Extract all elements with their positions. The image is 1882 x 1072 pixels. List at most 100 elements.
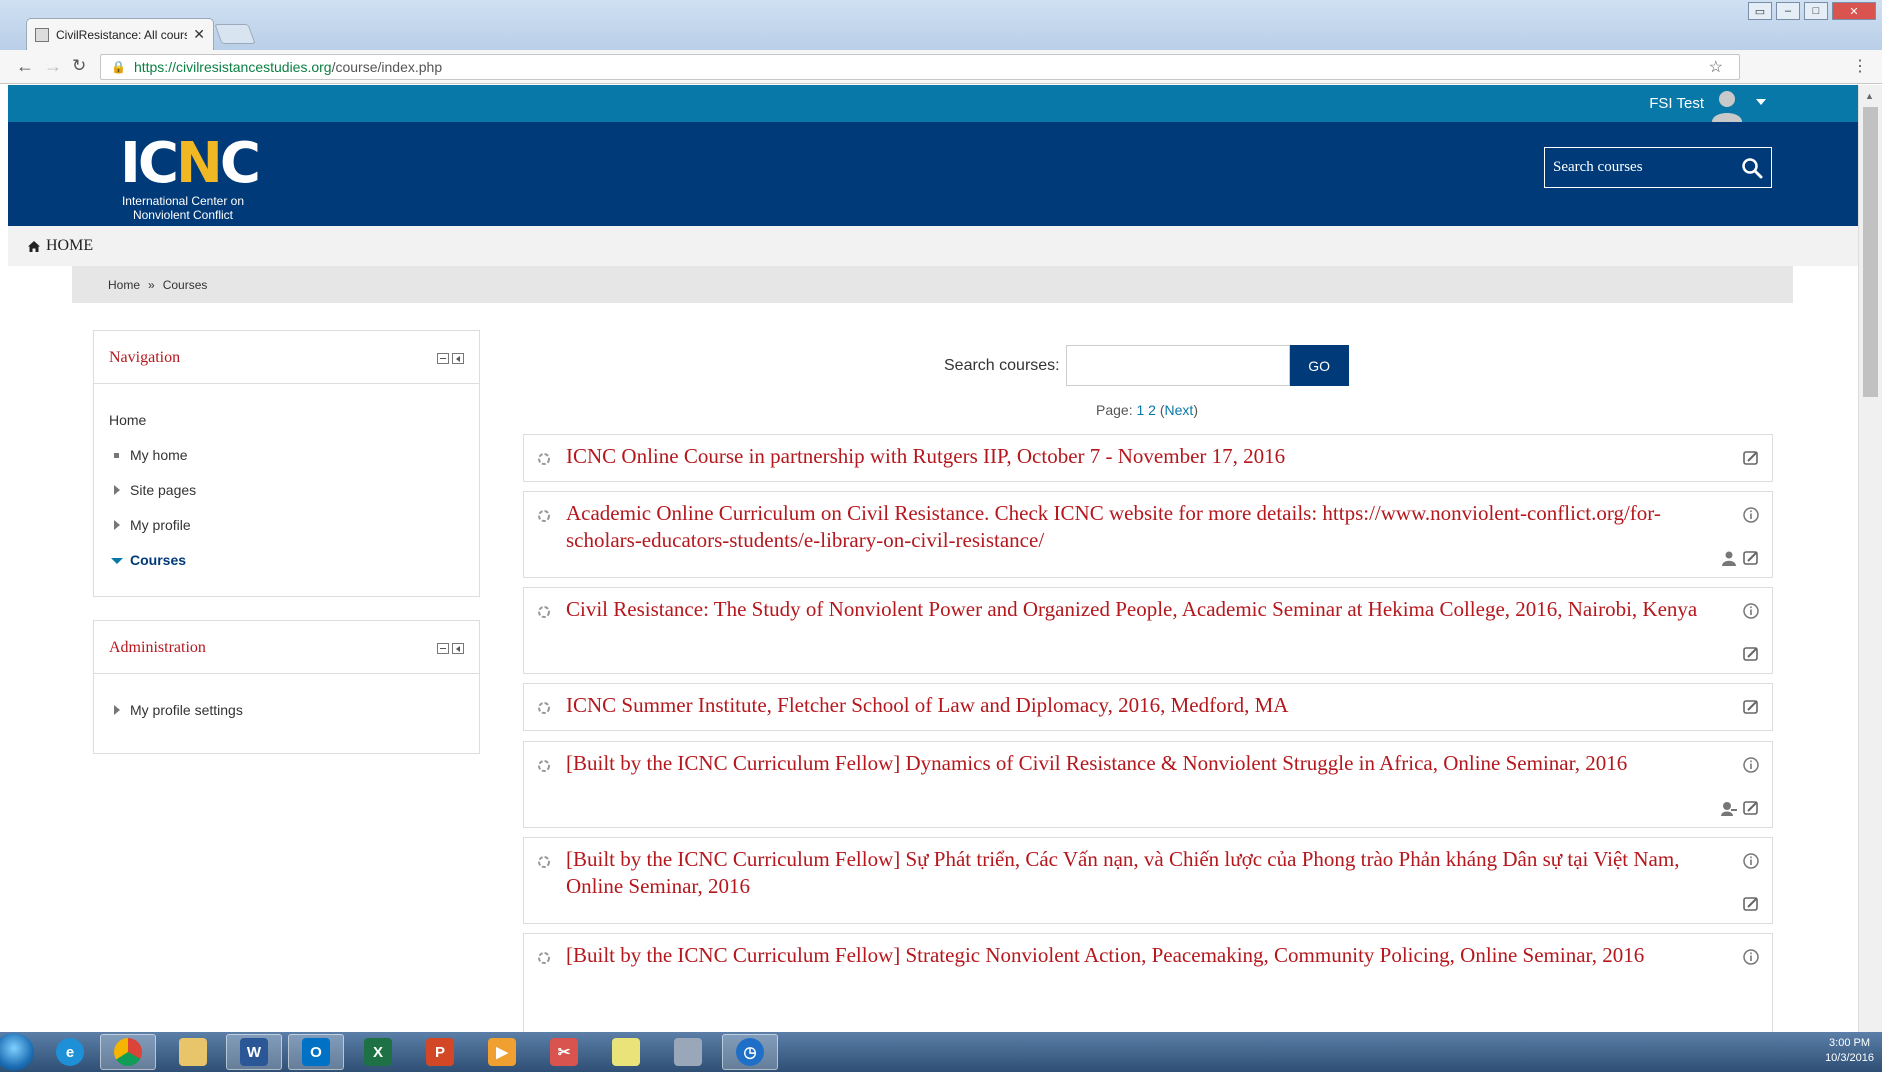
page-1-link[interactable]: 1 [1136, 402, 1144, 418]
taskbar-snipping[interactable]: ✂ [536, 1034, 592, 1070]
tab-close-icon[interactable]: ✕ [193, 26, 205, 43]
course-title-link[interactable]: Civil Resistance: The Study of Nonviolen… [566, 596, 1716, 623]
browser-menu-icon[interactable]: ⋮ [1852, 56, 1868, 76]
forward-arrow-icon[interactable]: → [44, 56, 62, 77]
admin-item-label: My profile settings [130, 702, 243, 718]
self-enrol-icon[interactable] [1742, 449, 1760, 467]
address-bar[interactable]: 🔒 https://civilresistancestudies.org /co… [100, 54, 1740, 80]
page-scrollbar[interactable]: ▲ [1858, 85, 1882, 1032]
nav-item-courses[interactable]: Courses [94, 552, 479, 587]
course-title-link[interactable]: ICNC Summer Institute, Fletcher School o… [566, 692, 1716, 719]
header-search-box[interactable]: Search courses [1544, 147, 1772, 188]
window-user-icon[interactable]: ▭ [1748, 2, 1772, 20]
taskbar-word[interactable]: W [226, 1034, 282, 1070]
expand-arrow-icon[interactable] [114, 520, 120, 530]
nav-item-home[interactable]: Home [94, 412, 479, 447]
collapse-arrow-icon[interactable] [111, 558, 123, 564]
navigation-block-title: Navigation [109, 349, 181, 366]
nav-item-my-home[interactable]: My home [94, 447, 479, 482]
self-enrol-icon[interactable] [1742, 645, 1760, 663]
back-arrow-icon[interactable]: ← [16, 56, 34, 77]
new-tab-button[interactable] [214, 24, 256, 44]
browser-tab[interactable]: CivilResistance: All courses ✕ [26, 18, 214, 50]
media-player-icon: ▶ [488, 1038, 516, 1066]
user-avatar-icon[interactable] [1710, 88, 1744, 122]
self-enrol-icon[interactable] [1742, 799, 1760, 817]
taskbar-clock[interactable]: 3:00 PM 10/3/2016 [1825, 1036, 1874, 1066]
course-item: ICNC Online Course in partnership with R… [523, 434, 1773, 482]
header-search-placeholder: Search courses [1553, 159, 1643, 175]
course-search-input[interactable] [1065, 345, 1290, 386]
minimize-button[interactable]: – [1776, 2, 1800, 20]
user-menu-caret-icon[interactable] [1756, 99, 1766, 105]
guest-key-icon[interactable] [1720, 799, 1738, 817]
admin-item-profile-settings[interactable]: My profile settings [94, 702, 479, 737]
next-page-link[interactable]: Next [1165, 402, 1194, 418]
course-title-link[interactable]: [Built by the ICNC Curriculum Fellow] Dy… [566, 750, 1716, 777]
summary-info-icon[interactable] [1742, 948, 1760, 966]
taskbar-clock-app[interactable]: ◷ [722, 1034, 778, 1070]
course-item: Academic Online Curriculum on Civil Resi… [523, 491, 1773, 578]
menu-bar: HOME [8, 226, 1858, 266]
breadcrumb-home[interactable]: Home [108, 278, 140, 292]
taskbar-excel[interactable]: X [350, 1034, 406, 1070]
taskbar-chrome[interactable] [100, 1034, 156, 1070]
go-button[interactable]: GO [1289, 345, 1349, 386]
expand-arrow-icon[interactable] [114, 705, 120, 715]
self-enrol-icon[interactable] [1742, 698, 1760, 716]
taskbar-explorer[interactable] [165, 1034, 221, 1070]
guest-access-icon[interactable] [1720, 549, 1738, 567]
page-2-link[interactable]: 2 [1148, 402, 1156, 418]
summary-info-icon[interactable] [1742, 506, 1760, 524]
taskbar-calculator[interactable] [660, 1034, 716, 1070]
course-item: [Built by the ICNC Curriculum Fellow] Dy… [523, 741, 1773, 828]
maximize-button[interactable]: □ [1804, 2, 1828, 20]
scrollbar-thumb[interactable] [1863, 107, 1878, 397]
site-header: ICNC International Center on Nonviolent … [8, 122, 1858, 226]
course-item: ICNC Summer Institute, Fletcher School o… [523, 683, 1773, 731]
close-window-button[interactable]: ✕ [1832, 2, 1876, 20]
course-icon [538, 952, 550, 964]
browser-titlebar: CivilResistance: All courses ✕ ▭ – □ ✕ [0, 0, 1882, 50]
breadcrumb-current[interactable]: Courses [163, 278, 208, 292]
reload-icon[interactable]: ↻ [72, 56, 86, 76]
administration-block: Administration My profile settings [93, 620, 480, 754]
taskbar-ie[interactable]: e [42, 1034, 98, 1070]
course-title-link[interactable]: ICNC Online Course in partnership with R… [566, 443, 1716, 470]
breadcrumb-separator: » [148, 278, 155, 292]
dock-block-icon[interactable] [452, 353, 464, 364]
taskbar-outlook[interactable]: O [288, 1034, 344, 1070]
summary-info-icon[interactable] [1742, 852, 1760, 870]
start-button[interactable] [0, 1033, 34, 1071]
clock-app-icon: ◷ [736, 1038, 764, 1066]
self-enrol-icon[interactable] [1742, 549, 1760, 567]
self-enrol-icon[interactable] [1742, 895, 1760, 913]
secure-lock-icon: 🔒 [111, 60, 126, 74]
web-page: FSI Test ICNC International Center on No… [8, 85, 1858, 1032]
search-icon[interactable] [1741, 157, 1763, 179]
url-path: /course/index.php [331, 59, 443, 75]
summary-info-icon[interactable] [1742, 602, 1760, 620]
scroll-up-arrow-icon[interactable]: ▲ [1865, 91, 1874, 101]
taskbar-media[interactable]: ▶ [474, 1034, 530, 1070]
window-controls: ▭ – □ ✕ [1748, 2, 1876, 20]
dock-block-icon[interactable] [452, 643, 464, 654]
summary-info-icon[interactable] [1742, 756, 1760, 774]
home-menu-link[interactable]: HOME [28, 237, 93, 255]
course-search-form: Search courses: GO [944, 345, 1349, 386]
collapse-block-icon[interactable] [437, 643, 449, 654]
course-title-link[interactable]: Academic Online Curriculum on Civil Resi… [566, 500, 1716, 554]
expand-arrow-icon[interactable] [114, 485, 120, 495]
icnc-logo[interactable]: ICNC International Center on Nonviolent … [120, 136, 261, 223]
nav-item-my-profile[interactable]: My profile [94, 517, 479, 552]
taskbar-powerpoint[interactable]: P [412, 1034, 468, 1070]
bookmark-star-icon[interactable]: ☆ [1709, 57, 1723, 77]
nav-item-site-pages[interactable]: Site pages [94, 482, 479, 517]
snipping-tool-icon: ✂ [550, 1038, 578, 1066]
user-bar: FSI Test [8, 85, 1858, 122]
taskbar-notes[interactable] [598, 1034, 654, 1070]
collapse-block-icon[interactable] [437, 353, 449, 364]
user-name[interactable]: FSI Test [1649, 95, 1704, 112]
course-title-link[interactable]: [Built by the ICNC Curriculum Fellow] St… [566, 942, 1716, 969]
course-title-link[interactable]: [Built by the ICNC Curriculum Fellow] Sự… [566, 846, 1716, 900]
